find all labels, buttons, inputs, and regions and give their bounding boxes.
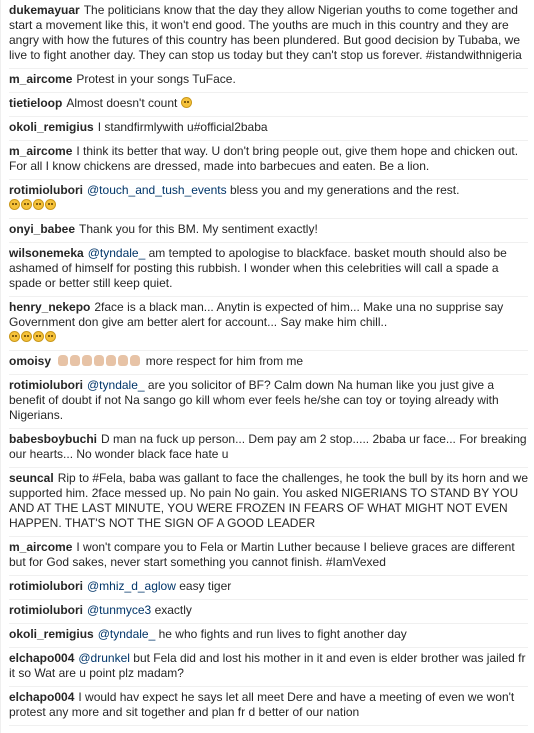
comments-feed: dukemayuar The politicians know that the …: [0, 0, 534, 733]
comment: dukemayuar The politicians know that the …: [9, 0, 528, 69]
clap-emoji-icon: [106, 355, 117, 366]
comment-username[interactable]: rotimiolubori: [9, 378, 83, 392]
comment-username[interactable]: seuncal: [9, 471, 54, 485]
clap-emoji-icon: [82, 355, 93, 366]
grimace-emoji-icon: [180, 97, 192, 108]
comment-username[interactable]: m_aircome: [9, 144, 72, 158]
comment-text: easy tiger: [179, 579, 232, 593]
comment: tietieloop Almost doesn't count: [9, 93, 528, 117]
comment-text: Protest in your songs TuFace.: [76, 72, 236, 86]
smile-emoji-icon: [21, 199, 32, 210]
comment-username[interactable]: okoli_remigius: [9, 627, 94, 641]
comment-mention[interactable]: @tunmyce3: [87, 603, 151, 617]
laugh-emoji-icon: [33, 331, 44, 342]
laugh-emoji-icon: [45, 331, 56, 342]
clap-emoji-icon: [118, 355, 129, 366]
comment: m_aircome I won't compare you to Fela or …: [9, 537, 528, 576]
comment: henry_nekepo 2face is a black man... Anyt…: [9, 297, 528, 351]
comment-text: The politicians know that the day they a…: [9, 3, 522, 62]
comment-username[interactable]: elchapo004: [9, 651, 74, 665]
comment: rotimiolubori @touch_and_tush_events bles…: [9, 180, 528, 219]
comment-username[interactable]: tietieloop: [9, 96, 62, 110]
comment-text: more respect for him from me: [145, 354, 304, 368]
smile-emoji-icon: [9, 199, 20, 210]
comment-text: Almost doesn't count: [66, 96, 178, 110]
comment-mention[interactable]: @tyndale_: [98, 627, 156, 641]
comment-mention[interactable]: @mhiz_d_aglow: [87, 579, 176, 593]
comment-username[interactable]: henry_nekepo: [9, 300, 90, 314]
comment: m_aircome Protest in your songs TuFace.: [9, 69, 528, 93]
comment-username[interactable]: dukemayuar: [9, 3, 80, 17]
comment-mention[interactable]: @drunkel: [78, 651, 130, 665]
comment-username[interactable]: babesboybuchi: [9, 432, 97, 446]
comment-text: I standfirmlywith u#official2baba: [97, 120, 268, 134]
comment: rotimiolubori @tyndale_ are you solicitor…: [9, 375, 528, 429]
comment-mention[interactable]: @tyndale_: [88, 246, 146, 260]
comment-username[interactable]: omoisy: [9, 354, 51, 368]
comment-username[interactable]: m_aircome: [9, 72, 72, 86]
comment-username[interactable]: rotimiolubori: [9, 603, 83, 617]
comment-username[interactable]: elchapo004: [9, 690, 74, 704]
comment: m_aircome I think its better that way. U …: [9, 141, 528, 180]
comment-username[interactable]: rotimiolubori: [9, 183, 83, 197]
smile-emoji-icon: [33, 199, 44, 210]
comment-text: exactly: [154, 603, 192, 617]
comment: seuncal Rip to #Fela, baba was gallant to…: [9, 468, 528, 537]
comment: onyi_babee Thank you for this BM. My sent…: [9, 219, 528, 243]
clap-emoji-icon: [130, 355, 141, 366]
comment-username[interactable]: wilsonemeka: [9, 246, 84, 260]
clap-emoji-icon: [70, 355, 81, 366]
comment: elchapo004 @drunkel but Fela did and lost…: [9, 648, 528, 687]
laugh-emoji-icon: [21, 331, 32, 342]
comment-mention[interactable]: @tyndale_: [87, 378, 145, 392]
comment-text: bless you and my generations and the res…: [229, 183, 460, 197]
comment: rotimiolubori @tunmyce3 exactly: [9, 600, 528, 624]
comment-text: he who fights and run lives to fight ano…: [158, 627, 407, 641]
comment-text: I think its better that way. U don't bri…: [9, 144, 519, 173]
comment: wilsonemeka @tyndale_ am tempted to apolo…: [9, 243, 528, 297]
comment-username[interactable]: onyi_babee: [9, 222, 75, 236]
clap-emoji-icon: [94, 355, 105, 366]
clap-emoji-icon: [58, 355, 69, 366]
comment-text: Thank you for this BM. My sentiment exac…: [79, 222, 318, 236]
comment-username[interactable]: m_aircome: [9, 540, 72, 554]
comment-text: I would hav expect he says let all meet …: [9, 690, 515, 719]
comment-mention[interactable]: @touch_and_tush_events: [87, 183, 227, 197]
smile-emoji-icon: [45, 199, 56, 210]
comment-text: Rip to #Fela, baba was gallant to face t…: [9, 471, 528, 530]
comment-username[interactable]: rotimiolubori: [9, 579, 83, 593]
comment: okoli_remigius @tyndale_ he who fights an…: [9, 624, 528, 648]
laugh-emoji-icon: [9, 331, 20, 342]
comment: elchapo004 I would hav expect he says let…: [9, 687, 528, 726]
comment: rotimiolubori @mhiz_d_aglow easy tiger: [9, 576, 528, 600]
comment-text: I won't compare you to Fela or Martin Lu…: [9, 540, 515, 569]
comment: babesboybuchi D man na fuck up person... …: [9, 429, 528, 468]
comment: okoli_remigius I standfirmlywith u#offici…: [9, 117, 528, 141]
comment: omoisy more respect for him from me: [9, 351, 528, 375]
comment-username[interactable]: okoli_remigius: [9, 120, 94, 134]
